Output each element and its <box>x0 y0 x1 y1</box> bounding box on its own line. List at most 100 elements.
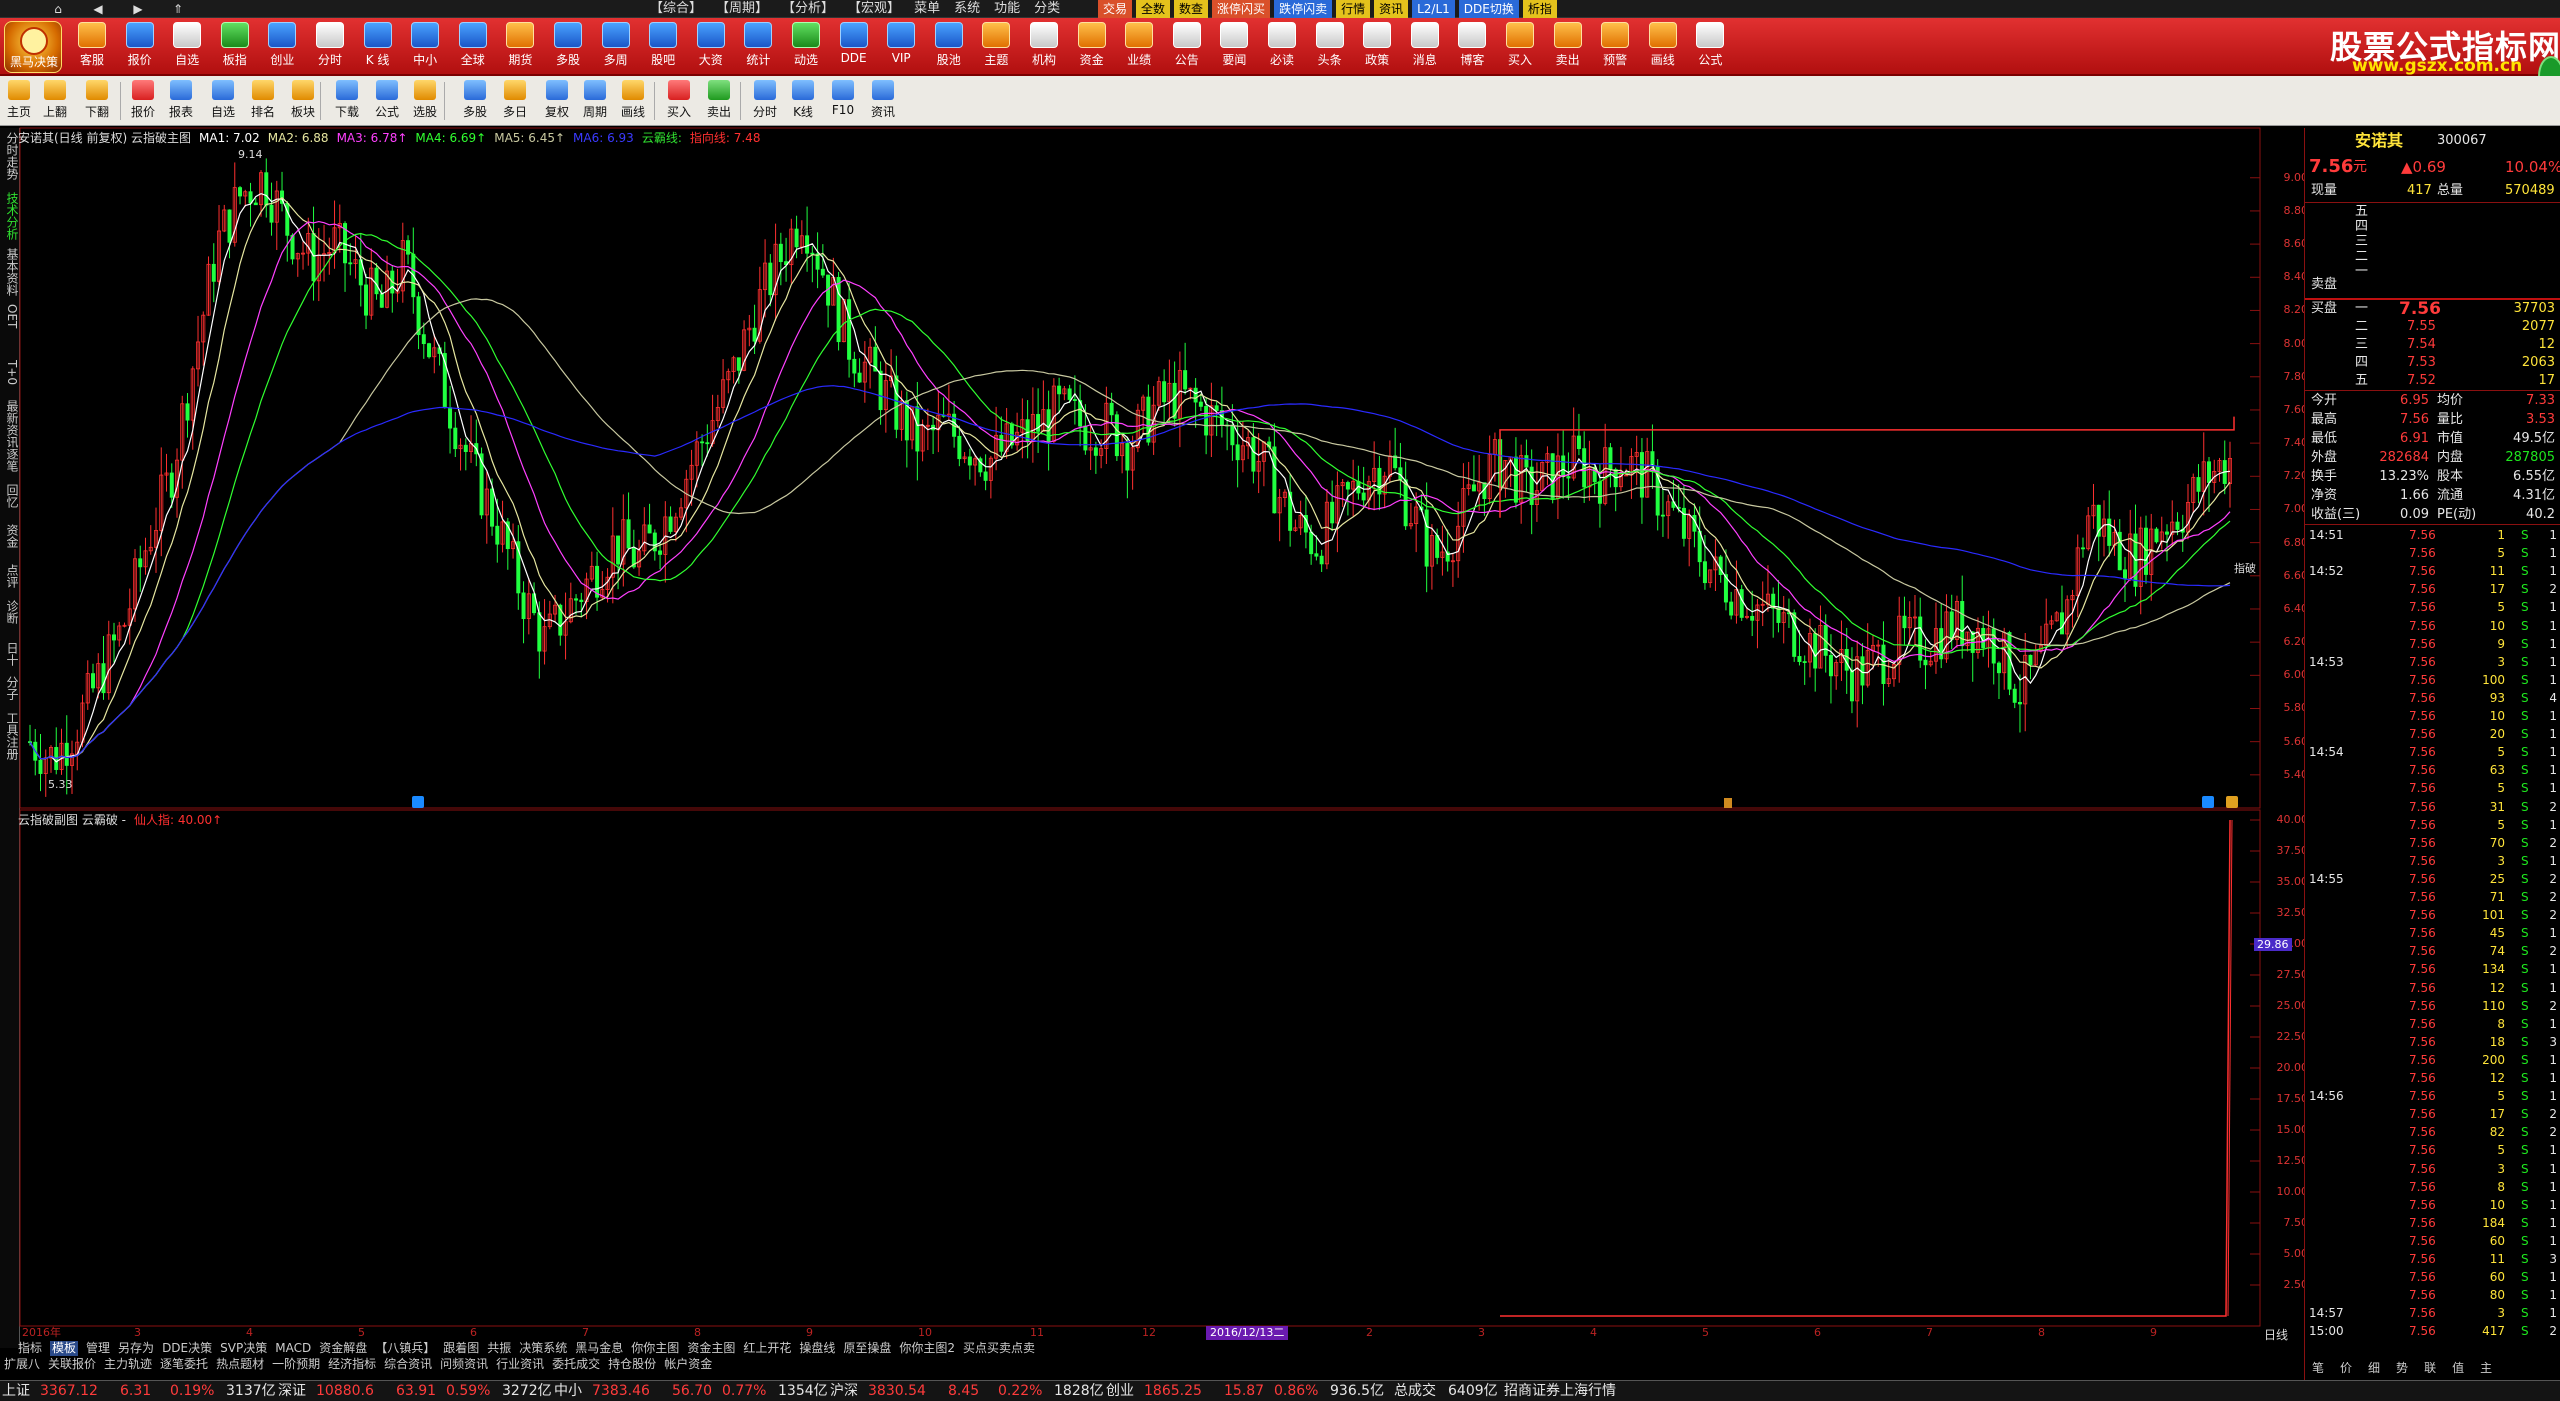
legend-item: MA6: 6.93 <box>573 131 634 145</box>
candle-body <box>1561 455 1566 477</box>
extension-tab[interactable]: 持仓股份 <box>608 1357 656 1372</box>
kline-chart[interactable] <box>0 0 2304 1340</box>
trade-ticks[interactable]: 14:51 7.56 1 S 1 7.56 5 S 1 14:52 7.56 11 S 1 7.56 17 S 2… <box>2305 526 2560 1366</box>
quote-panel-tab[interactable]: 联 <box>2424 1358 2436 1378</box>
indicator-tab[interactable]: 资金解盘 <box>319 1341 367 1356</box>
stat-value: 49.5亿 <box>2513 431 2555 446</box>
extension-tab[interactable]: 关联报价 <box>48 1357 96 1372</box>
extension-tabs: 扩展八 关联报价 主力轨迹 逐笔委托 热点题材 一阶预期 经济指标 综合资讯 问频资讯 行业资讯委… <box>4 1357 712 1372</box>
ask-label: 卖盘 <box>2311 277 2338 292</box>
candle-body <box>1597 481 1602 504</box>
indicator-tab[interactable]: 黑马金息 <box>575 1341 623 1356</box>
chart-marker-left-icon[interactable] <box>412 796 424 808</box>
index-name[interactable]: 中小 <box>554 1381 582 1401</box>
stat-value: 6.55亿 <box>2513 469 2555 484</box>
extension-tab[interactable]: 帐户资金 <box>664 1357 712 1372</box>
bid-level-row[interactable]: 四 7.53 2063 <box>2307 354 2559 372</box>
candle-body <box>185 403 190 421</box>
extension-tab[interactable]: 委托成交 <box>552 1357 600 1372</box>
price-unit: 元 <box>2353 159 2367 175</box>
extension-tab[interactable]: 经济指标 <box>328 1357 376 1372</box>
candle-body <box>894 375 899 430</box>
trade-side: S <box>2521 1071 2529 1085</box>
quote-panel-tab[interactable]: 价 <box>2340 1358 2352 1378</box>
quote-panel-tab[interactable]: 势 <box>2396 1358 2408 1378</box>
indicator-tab[interactable]: 决策系统 <box>519 1341 567 1356</box>
indicator-tab[interactable]: 原至操盘 <box>843 1341 891 1356</box>
indicator-tab[interactable]: 红上开花 <box>743 1341 791 1356</box>
bid-level-row[interactable]: 五 7.52 17 <box>2307 372 2559 390</box>
indicator-tab[interactable]: 跟着图 <box>443 1341 479 1356</box>
trade-row: 7.56 93 S 4 <box>2305 689 2560 707</box>
candle-body <box>238 187 243 197</box>
bid-level-row[interactable]: 一 7.56 37703 <box>2307 300 2559 318</box>
date-tick: 6 <box>470 1326 477 1339</box>
quote-panel-tab[interactable]: 细 <box>2368 1358 2380 1378</box>
trade-side: S <box>2521 890 2529 904</box>
index-name[interactable]: 上证 <box>2 1381 30 1401</box>
candle-body <box>878 370 883 411</box>
date-tick: 5 <box>1702 1326 1709 1339</box>
candle-body <box>983 471 988 481</box>
extension-tab[interactable]: 问频资讯 <box>440 1357 488 1372</box>
candle-body <box>91 673 96 689</box>
indicator-tab[interactable]: 指标 <box>18 1341 42 1356</box>
indicator-tab[interactable]: 操盘线 <box>799 1341 835 1356</box>
trade-row: 7.56 31 S 2 <box>2305 798 2560 816</box>
trade-row: 7.56 5 S 1 <box>2305 544 2560 562</box>
indicator-tab[interactable]: 买点买卖点卖 <box>963 1341 1035 1356</box>
indicator-tab[interactable]: 管理 <box>86 1341 110 1356</box>
chart-marker-right2-icon[interactable] <box>2226 796 2238 808</box>
index-turnover: 936.5亿 <box>1330 1383 1385 1399</box>
indicator-tab[interactable]: 模板 <box>50 1341 79 1356</box>
indicator-tab[interactable]: 共振 <box>487 1341 511 1356</box>
extension-tab[interactable]: 热点题材 <box>216 1357 264 1372</box>
candle-body <box>1235 444 1240 461</box>
indicator-tab[interactable]: 你你主图 <box>631 1341 679 1356</box>
bid-level-label: 一 <box>2355 301 2369 316</box>
trade-side: S <box>2521 1143 2529 1158</box>
trade-volume: 74 <box>2489 944 2505 959</box>
stat-row: 外盘 282684 内盘 287805 <box>2307 449 2559 467</box>
trade-side: S <box>2521 1034 2529 1049</box>
trade-price: 7.56 <box>2409 618 2436 633</box>
trade-side: S <box>2521 1107 2529 1122</box>
date-tick: 4 <box>1590 1326 1597 1339</box>
indicator-tab[interactable]: 【八镇兵】 <box>375 1341 435 1356</box>
indicator-tab[interactable]: 你你主图2 <box>899 1341 955 1356</box>
chart-marker-right-icon[interactable] <box>2202 796 2214 808</box>
date-tick: 2 <box>1366 1326 1373 1339</box>
index-name[interactable]: 深证 <box>278 1381 306 1401</box>
trade-row: 7.56 17 S 2 <box>2305 1105 2560 1123</box>
bid-level-label: 三 <box>2355 337 2369 352</box>
quote-panel-tab[interactable]: 值 <box>2452 1358 2464 1378</box>
sub-value-marker: 29.86 <box>2254 938 2292 951</box>
trade-count: 1 <box>2549 962 2557 977</box>
extension-tab[interactable]: 行业资讯 <box>496 1357 544 1372</box>
extension-tab[interactable]: 逐笔委托 <box>160 1357 208 1372</box>
index-name[interactable]: 创业 <box>1106 1381 1134 1401</box>
extension-tab[interactable]: 扩展八 <box>4 1357 40 1372</box>
chart-marker-mid-icon[interactable] <box>1724 798 1732 808</box>
indicator-tab[interactable]: DDE决策 <box>162 1341 212 1356</box>
index-name[interactable]: 沪深 <box>830 1381 858 1401</box>
trade-count: 4 <box>2549 690 2557 705</box>
candle-body <box>2206 461 2211 483</box>
trade-count: 1 <box>2549 654 2557 669</box>
broker-label: 招商证券上海行情 <box>1504 1383 1616 1399</box>
quote-panel-tab[interactable]: 笔 <box>2312 1358 2324 1378</box>
extension-tab[interactable]: 主力轨迹 <box>104 1357 152 1372</box>
quote-panel-tab[interactable]: 主 <box>2480 1358 2492 1378</box>
indicator-tab[interactable]: 另存为 <box>118 1341 154 1356</box>
legend-item: MA2: 6.88 <box>267 131 329 145</box>
extension-tab[interactable]: 综合资讯 <box>384 1357 432 1372</box>
indicator-tab[interactable]: MACD <box>275 1341 311 1356</box>
indicator-tab[interactable]: SVP决策 <box>220 1341 267 1356</box>
bid-level-row[interactable]: 二 7.55 2077 <box>2307 318 2559 336</box>
indicator-tab[interactable]: 资金主图 <box>687 1341 735 1356</box>
period-label[interactable]: 日线 <box>2264 1326 2288 1343</box>
bid-level-row[interactable]: 三 7.54 12 <box>2307 336 2559 354</box>
trade-row: 14:56 7.56 5 S 1 <box>2305 1087 2560 1105</box>
candle-body <box>521 592 526 620</box>
extension-tab[interactable]: 一阶预期 <box>272 1357 320 1372</box>
